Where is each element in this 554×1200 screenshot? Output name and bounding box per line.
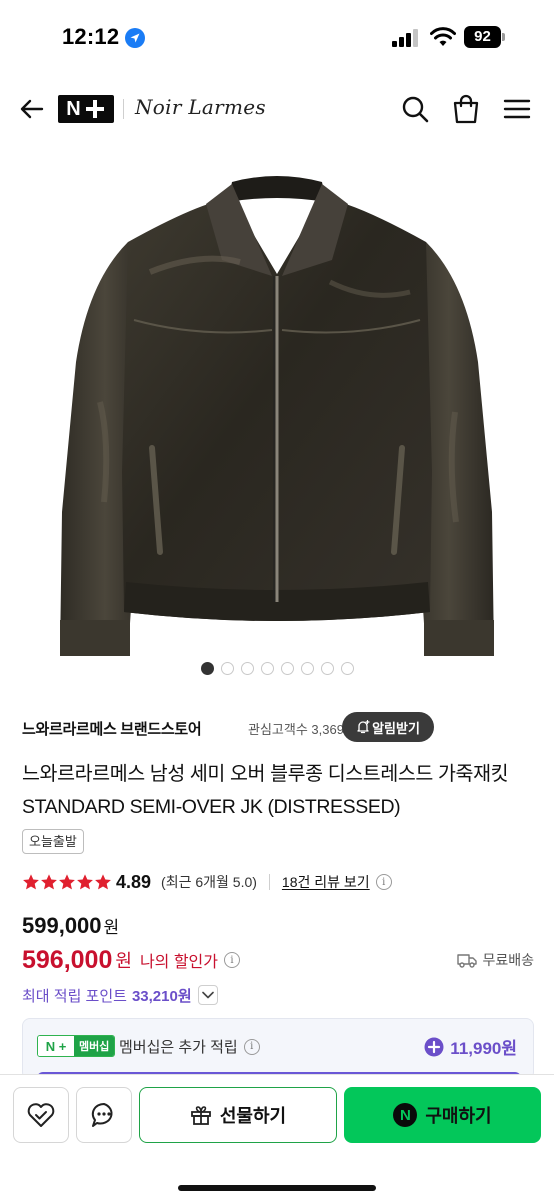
top-navigation: N Noir Larmes	[0, 80, 554, 138]
info-icon[interactable]: i	[375, 874, 392, 890]
star-icon	[77, 874, 93, 890]
price-sale-unit: 원	[115, 951, 132, 971]
carousel-dot[interactable]	[280, 662, 294, 675]
plus-icon	[84, 98, 106, 120]
price-original-value: 599,000	[22, 913, 102, 938]
star-icon	[23, 874, 39, 890]
bottom-action-bar: 선물하기 N 구매하기	[0, 1074, 554, 1200]
brand-name[interactable]: Noir Larmes	[135, 95, 266, 119]
discount-label: 나의 할인가	[139, 954, 218, 971]
naver-pay-icon: N	[393, 1103, 418, 1127]
chevron-down-icon[interactable]	[197, 985, 218, 1005]
star-icon	[41, 874, 57, 890]
carousel-dot[interactable]	[300, 662, 314, 675]
talk-button[interactable]	[76, 1087, 132, 1143]
store-followers-count: 관심고객수 3,369	[248, 722, 344, 737]
store-info-row: 느와르라르메스 브랜드스토어 관심고객수 3,369 알림받기	[22, 712, 534, 744]
gift-button[interactable]: 선물하기	[139, 1087, 337, 1143]
back-arrow-icon[interactable]	[18, 95, 46, 123]
store-alert-button[interactable]: 알림받기	[342, 712, 434, 742]
location-arrow-icon	[125, 28, 145, 48]
same-day-shipping-tag: 오늘출발	[22, 829, 84, 854]
home-indicator	[178, 1185, 376, 1191]
membership-points: 11,990원	[424, 1034, 517, 1059]
price-sale-value: 596,000	[22, 945, 113, 974]
discount-info-icon[interactable]: i	[223, 952, 240, 968]
membership-points-value: 11,990원	[450, 1039, 517, 1058]
store-name-link[interactable]: 느와르라르메스 브랜드스토어	[22, 718, 202, 739]
status-bar: 12:12 92	[0, 0, 554, 74]
gift-button-label: 선물하기	[219, 1106, 287, 1126]
rating-recent: (최근 6개월 5.0)	[161, 874, 257, 890]
carousel-dot[interactable]	[340, 662, 354, 675]
wishlist-button[interactable]	[13, 1087, 69, 1143]
heart-check-icon	[27, 1103, 55, 1127]
membership-text-label: 멤버십은 추가 적립	[119, 1039, 238, 1056]
shipping-info: 무료배송	[457, 950, 534, 970]
product-image-leather-jacket[interactable]	[0, 142, 554, 682]
carousel-dot[interactable]	[220, 662, 234, 675]
buy-button-label: 구매하기	[425, 1106, 492, 1126]
cellular-signal-icon	[392, 29, 418, 47]
truck-icon	[457, 954, 478, 968]
price-sale-row: 596,000 원 나의 할인가 i 무료배송	[22, 944, 534, 976]
product-title: 느와르라르메스 남성 세미 오버 블루종 디스트레스드 가죽재킷 STANDAR…	[22, 763, 509, 818]
battery-level: 92	[464, 26, 501, 48]
points-label: 최대 적립 포인트	[22, 987, 127, 1005]
membership-badge: N + 멤버십	[37, 1035, 116, 1057]
membership-box: N + 멤버십 멤버십은 추가 적립 i 11,990원	[22, 1018, 534, 1080]
battery-indicator: 92	[464, 26, 506, 48]
membership-badge-label: 멤버십	[74, 1036, 115, 1056]
nplus-logo[interactable]: N	[58, 95, 114, 123]
price-original-unit: 원	[103, 918, 120, 937]
carousel-dot[interactable]	[260, 662, 274, 675]
nplus-logo-letter: N	[66, 97, 81, 120]
membership-text: 멤버십은 추가 적립 i	[119, 1036, 260, 1057]
carousel-dot[interactable]	[320, 662, 334, 675]
store-alert-label: 알림받기	[372, 720, 420, 736]
header-divider	[123, 99, 124, 119]
chat-bubble-icon	[91, 1102, 113, 1127]
rating-stars	[22, 873, 112, 891]
battery-tip	[502, 33, 505, 41]
rating-divider	[268, 874, 270, 890]
hamburger-menu-icon[interactable]	[503, 95, 531, 123]
membership-badge-logo: N +	[38, 1036, 74, 1056]
rating-row: 4.89 (최근 6개월 5.0) 18건 리뷰 보기 i	[22, 868, 534, 896]
gift-icon	[190, 1106, 211, 1125]
status-time: 12:12	[62, 24, 120, 49]
star-icon	[95, 874, 111, 890]
wifi-icon	[430, 27, 456, 46]
search-icon[interactable]	[400, 94, 430, 124]
image-carousel-dots	[0, 662, 554, 676]
buy-button[interactable]: N 구매하기	[344, 1087, 541, 1143]
price-original: 599,000 원	[22, 913, 119, 939]
membership-info-icon[interactable]: i	[243, 1038, 260, 1055]
carousel-dot[interactable]	[240, 662, 254, 675]
review-link[interactable]: 18건 리뷰 보기	[282, 872, 370, 892]
rating-value: 4.89	[116, 871, 152, 892]
points-value: 33,210원	[131, 987, 192, 1005]
shipping-label: 무료배송	[482, 952, 534, 968]
carousel-dot[interactable]	[200, 662, 214, 675]
star-icon	[59, 874, 75, 890]
points-row[interactable]: 최대 적립 포인트 33,210원	[22, 983, 218, 1007]
bell-plus-icon	[357, 720, 370, 734]
plus-circle-icon	[424, 1037, 444, 1056]
shopping-bag-icon[interactable]	[451, 93, 481, 125]
